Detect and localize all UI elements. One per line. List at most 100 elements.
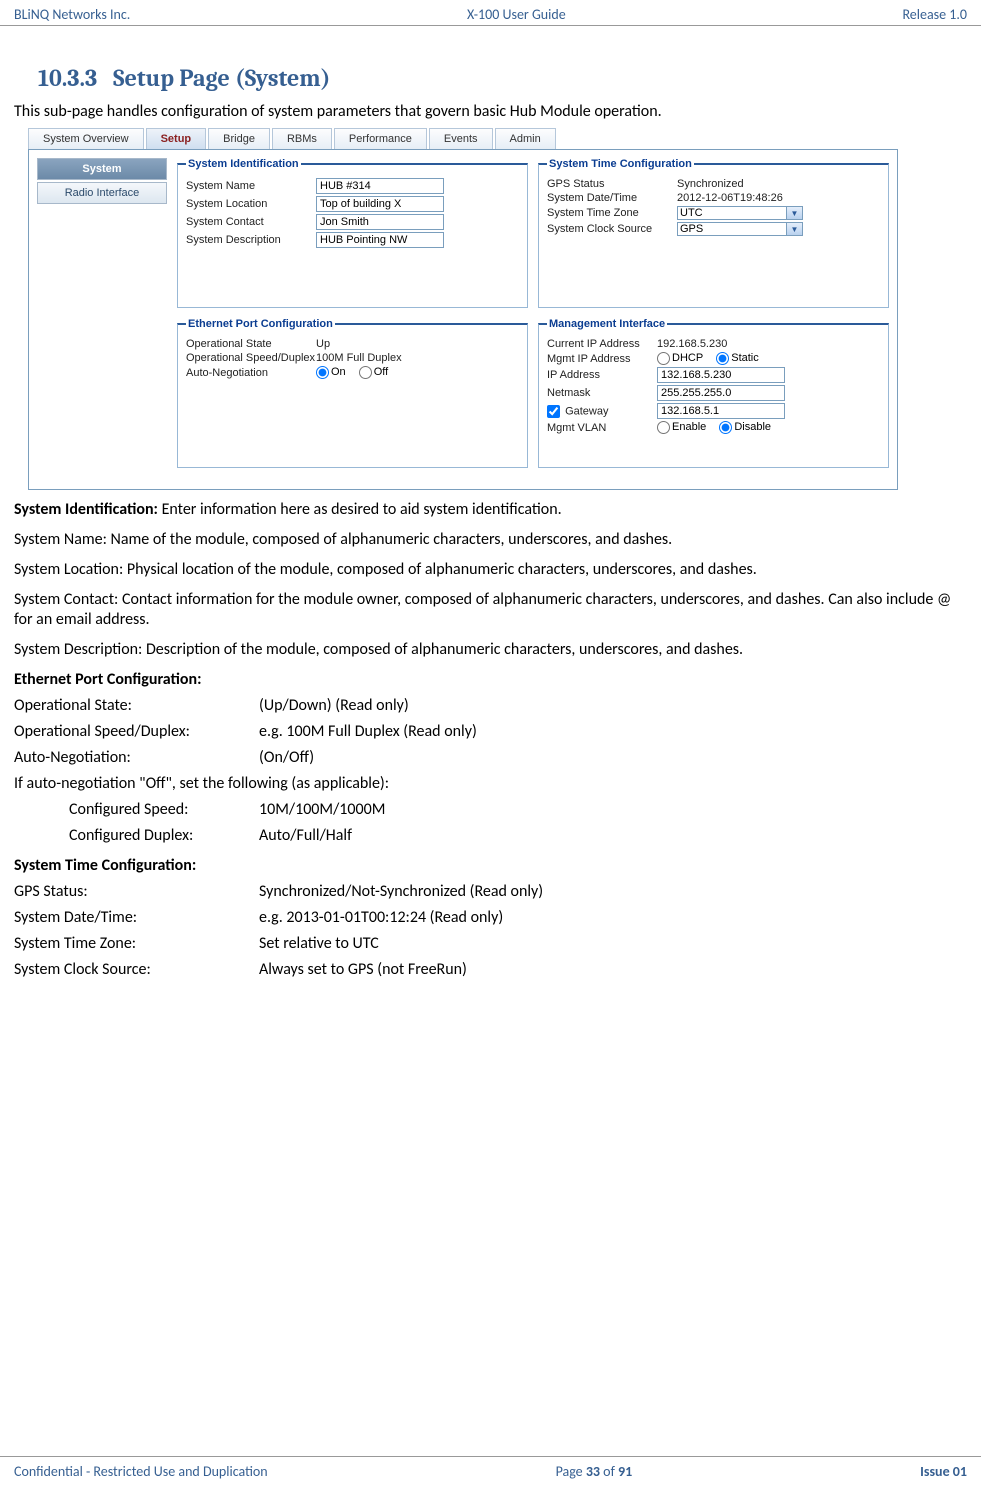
value-op-speed: 100M Full Duplex [316,352,519,364]
group-system-identification: System Identification System Name System… [177,158,528,308]
desc-eth-head: Ethernet Port Configuration: [14,670,967,690]
page-header: BLiNQ Networks Inc. X-100 User Guide Rel… [0,0,981,26]
desc-eth-r3v: (On/Off) [259,748,967,768]
input-gateway[interactable] [657,403,785,419]
header-release: Release 1.0 [902,6,967,23]
radio-dhcp[interactable] [657,352,670,365]
label-system-location: System Location [186,198,316,210]
input-system-location[interactable] [316,196,444,212]
desc-system-contact: System Contact: Contact information for … [14,590,967,630]
tab-setup[interactable]: Setup [146,128,207,149]
label-system-datetime: System Date/Time [547,192,677,204]
sidebar-item-radio-interface[interactable]: Radio Interface [37,182,167,204]
desc-time-r2v: e.g. 2013-01-01T00:12:24 (Read only) [259,908,967,928]
label-time-zone: System Time Zone [547,207,677,219]
legend-system-identification: System Identification [186,158,301,170]
label-auto-negotiation: Auto-Negotiation [186,367,316,379]
input-ip-address[interactable] [657,367,785,383]
group-system-time: System Time Configuration GPS StatusSync… [538,158,889,308]
input-system-description[interactable] [316,232,444,248]
header-company: BLiNQ Networks Inc. [14,6,130,23]
desc-eth-r4l: Configured Speed: [69,800,259,820]
legend-ethernet-port: Ethernet Port Configuration [186,318,335,330]
desc-eth-r5l: Configured Duplex: [69,826,259,846]
footer-page-num: 33 [586,1463,600,1480]
select-time-zone[interactable] [677,206,803,220]
footer-page-total: 91 [618,1463,632,1480]
setup-sidebar: System Radio Interface [37,158,167,481]
tab-bridge[interactable]: Bridge [208,128,270,149]
footer-issue: Issue 01 [920,1463,967,1480]
section-heading: 10.3.3 Setup Page (System) [38,64,967,92]
desc-sys-id-text: Enter information here as desired to aid… [162,500,562,519]
footer-confidential: Confidential - Restricted Use and Duplic… [14,1463,268,1480]
select-clock-source[interactable] [677,222,803,236]
desc-eth-r5v: Auto/Full/Half [259,826,967,846]
label-system-name: System Name [186,180,316,192]
desc-eth-r2l: Operational Speed/Duplex: [14,722,259,742]
desc-time-r2l: System Date/Time: [14,908,259,928]
desc-time-r3l: System Time Zone: [14,934,259,954]
desc-sys-id: System Identification: Enter information… [14,500,967,520]
label-gateway: Gateway [547,405,657,418]
desc-system-description: System Description: Description of the m… [14,640,967,660]
desc-time-r4l: System Clock Source: [14,960,259,980]
label-current-ip: Current IP Address [547,338,657,350]
radio-autoneg-off[interactable] [359,366,372,379]
tab-system-overview[interactable]: System Overview [28,128,144,149]
tab-events[interactable]: Events [429,128,493,149]
section-number: 10.3.3 [38,64,97,92]
label-mgmt-ip-addr: Mgmt IP Address [547,353,657,365]
input-system-contact[interactable] [316,214,444,230]
group-ethernet-port: Ethernet Port Configuration Operational … [177,318,528,468]
label-system-contact: System Contact [186,216,316,228]
tab-admin[interactable]: Admin [495,128,556,149]
desc-time-r1v: Synchronized/Not-Synchronized (Read only… [259,882,967,902]
section-intro: This sub-page handles configuration of s… [14,102,967,122]
value-gps-status: Synchronized [677,178,880,190]
desc-sys-id-head: System Identification: [14,500,162,519]
setup-screenshot: System Overview Setup Bridge RBMs Perfor… [28,128,898,490]
desc-time-r4v: Always set to GPS (not FreeRun) [259,960,967,980]
section-title-text: Setup Page (System) [113,64,330,92]
legend-system-time: System Time Configuration [547,158,694,170]
label-netmask: Netmask [547,387,657,399]
label-mgmt-vlan: Mgmt VLAN [547,422,657,434]
header-doc-title: X-100 User Guide [467,6,566,23]
label-vlan-enable: Enable [672,421,706,433]
radio-static[interactable] [716,352,729,365]
label-clock-source: System Clock Source [547,223,677,235]
tab-performance[interactable]: Performance [334,128,427,149]
checkbox-gateway[interactable] [547,405,560,418]
legend-management-interface: Management Interface [547,318,667,330]
input-netmask[interactable] [657,385,785,401]
label-vlan-disable: Disable [734,421,771,433]
value-system-datetime: 2012-12-06T19:48:26 [677,192,880,204]
radio-vlan-enable[interactable] [657,421,670,434]
desc-eth-r2v: e.g. 100M Full Duplex (Read only) [259,722,967,742]
value-op-state: Up [316,338,519,350]
label-op-state: Operational State [186,338,316,350]
page-footer: Confidential - Restricted Use and Duplic… [0,1456,981,1486]
desc-eth-r3l: Auto-Negotiation: [14,748,259,768]
radio-autoneg-on[interactable] [316,366,329,379]
sidebar-item-system[interactable]: System [37,158,167,180]
desc-time-head: System Time Configuration: [14,856,967,876]
label-autoneg-off: Off [374,366,388,378]
desc-time-r3v: Set relative to UTC [259,934,967,954]
label-ip-address: IP Address [547,369,657,381]
input-system-name[interactable] [316,178,444,194]
desc-eth-r1l: Operational State: [14,696,259,716]
tab-rbms[interactable]: RBMs [272,128,332,149]
footer-page-prefix: Page [556,1463,586,1480]
footer-page-mid: of [600,1463,618,1480]
desc-time-r1l: GPS Status: [14,882,259,902]
desc-eth-r1v: (Up/Down) (Read only) [259,696,967,716]
desc-eth-r4v: 10M/100M/1000M [259,800,967,820]
label-static: Static [731,352,759,364]
radio-vlan-disable[interactable] [719,421,732,434]
desc-eth-note: If auto-negotiation "Off", set the follo… [14,774,967,794]
label-op-speed: Operational Speed/Duplex [186,352,316,364]
desc-system-name: System Name: Name of the module, compose… [14,530,967,550]
group-management-interface: Management Interface Current IP Address1… [538,318,889,468]
